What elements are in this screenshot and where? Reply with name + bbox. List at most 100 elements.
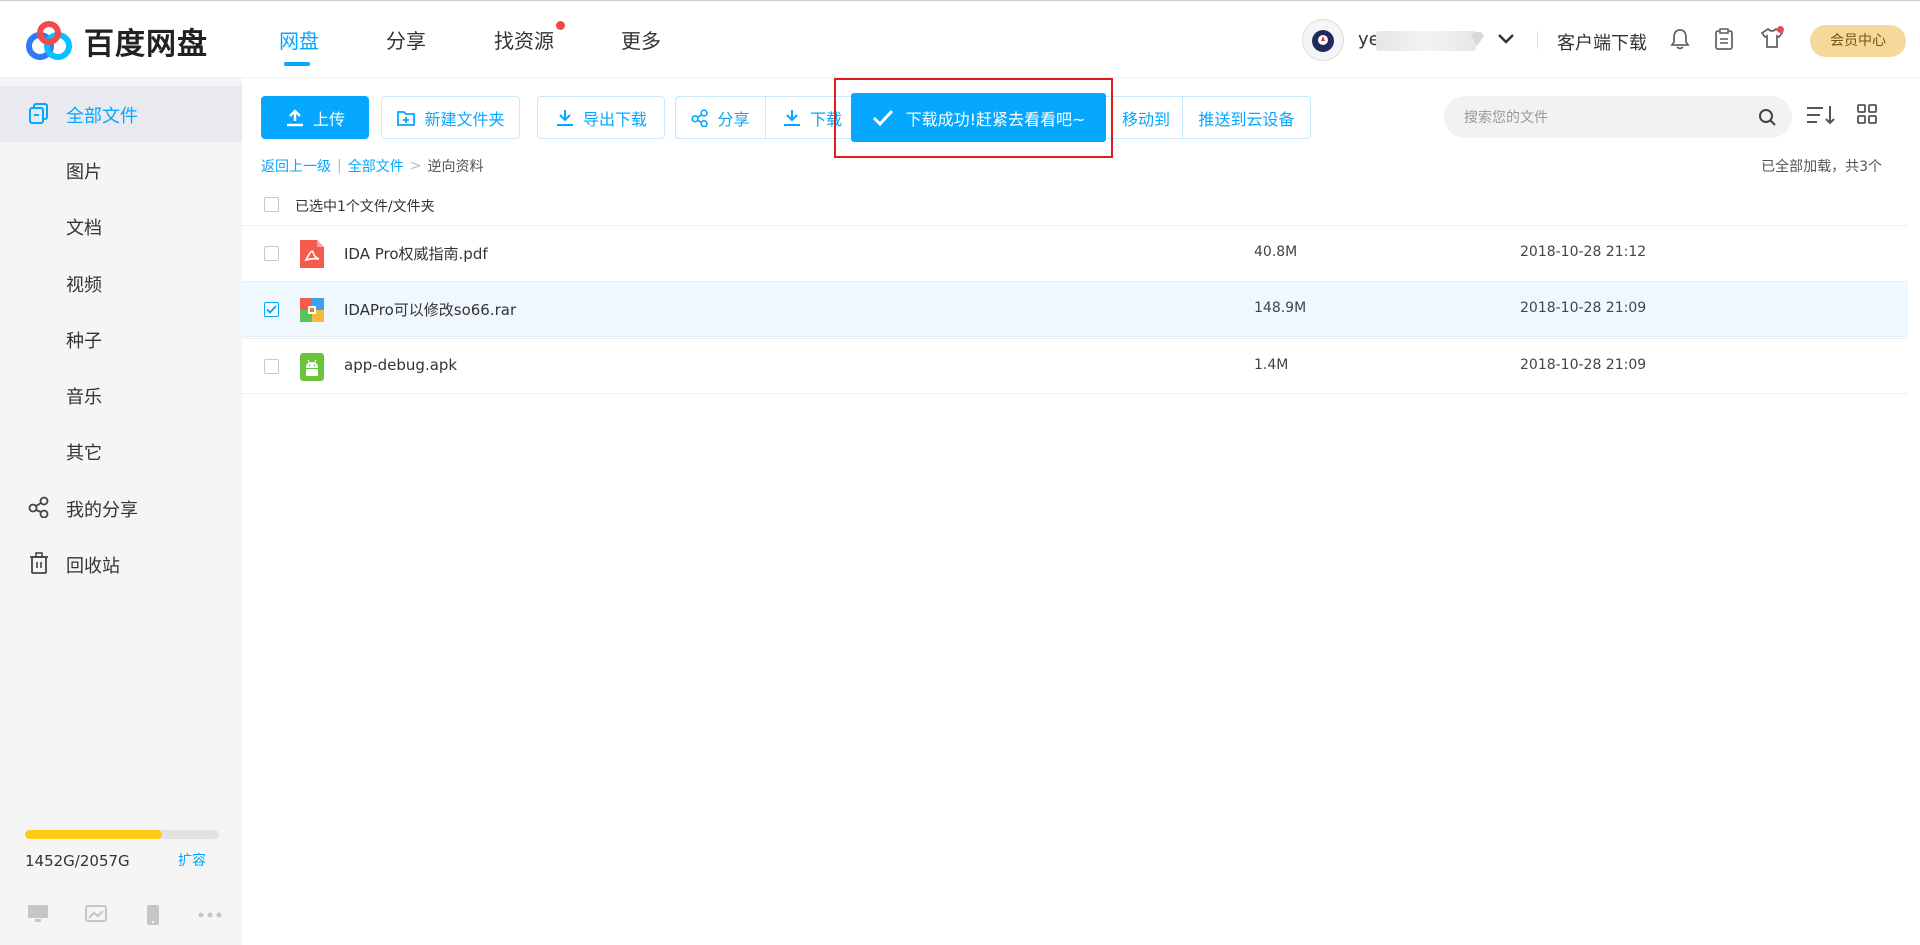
header-divider bbox=[1537, 31, 1538, 49]
sidebar-item-torrents[interactable]: 种子 bbox=[0, 311, 242, 367]
vip-diamond-icon bbox=[1471, 32, 1484, 46]
upload-button[interactable]: 上传 bbox=[261, 96, 369, 139]
new-folder-icon bbox=[397, 110, 416, 126]
desktop-icon[interactable] bbox=[27, 904, 49, 924]
new-folder-button[interactable]: 新建文件夹 bbox=[381, 96, 520, 139]
sidebar-item-label: 图片 bbox=[66, 162, 102, 183]
apk-android-icon bbox=[300, 353, 324, 381]
file-size: 40.8M bbox=[1254, 244, 1298, 260]
download-icon bbox=[556, 109, 573, 126]
sidebar-item-label: 视频 bbox=[66, 275, 102, 296]
sort-icon[interactable] bbox=[1806, 104, 1836, 126]
breadcrumb-divider: | bbox=[337, 158, 342, 174]
sidebar-item-my-shares[interactable]: 我的分享 bbox=[0, 480, 242, 536]
selection-info: 已选中1个文件/文件夹 bbox=[295, 199, 435, 215]
file-checkbox[interactable] bbox=[264, 359, 279, 374]
search-icon[interactable] bbox=[1758, 108, 1777, 127]
nav-share[interactable]: 分享 bbox=[386, 25, 426, 54]
trash-icon bbox=[30, 552, 48, 574]
file-name[interactable]: app-debug.apk bbox=[344, 356, 457, 374]
file-row[interactable]: IDA Pro权威指南.pdf 40.8M 2018-10-28 21:12 bbox=[242, 225, 1908, 281]
sidebar-item-label: 种子 bbox=[66, 331, 102, 352]
new-folder-label: 新建文件夹 bbox=[424, 109, 505, 129]
sidebar-item-others[interactable]: 其它 bbox=[0, 423, 242, 479]
expand-storage-link[interactable]: 扩容 bbox=[178, 850, 206, 870]
select-all-checkbox[interactable] bbox=[264, 197, 279, 212]
nav-find-resources[interactable]: 找资源 bbox=[494, 25, 554, 54]
grid-view-icon[interactable] bbox=[1857, 104, 1877, 124]
rar-archive-icon bbox=[300, 298, 324, 322]
push-to-cloud-device-button[interactable]: 推送到云设备 bbox=[1182, 96, 1311, 139]
file-name[interactable]: IDAPro可以修改so66.rar bbox=[344, 299, 516, 320]
avatar[interactable] bbox=[1302, 19, 1344, 61]
tv-icon[interactable] bbox=[85, 904, 107, 924]
search-box[interactable] bbox=[1444, 96, 1792, 140]
export-download-label: 导出下载 bbox=[582, 109, 647, 129]
nav-badge-dot bbox=[556, 21, 565, 30]
sidebar-item-label: 回收站 bbox=[66, 556, 120, 577]
sidebar-item-videos[interactable]: 视频 bbox=[0, 255, 242, 311]
baidu-cloud-logo-icon bbox=[26, 21, 72, 60]
share-icon bbox=[691, 108, 709, 127]
files-icon bbox=[29, 103, 48, 124]
nav-active-indicator bbox=[284, 62, 310, 66]
breadcrumb-back-link[interactable]: 返回上一级 bbox=[261, 156, 331, 176]
list-load-status: 已全部加载，共3个 bbox=[1761, 159, 1882, 175]
sidebar-item-label: 音乐 bbox=[66, 387, 102, 408]
breadcrumb-separator: > bbox=[409, 158, 422, 174]
file-size: 1.4M bbox=[1254, 357, 1289, 373]
file-row-selected[interactable]: IDAPro可以修改so66.rar 148.9M 2018-10-28 21:… bbox=[242, 281, 1908, 337]
breadcrumb-current: 逆向资料 bbox=[427, 159, 484, 175]
sidebar-item-images[interactable]: 图片 bbox=[0, 142, 242, 198]
share-label: 分享 bbox=[717, 109, 750, 129]
upload-label: 上传 bbox=[312, 109, 345, 129]
share-button[interactable]: 分享 bbox=[675, 96, 766, 139]
logo[interactable]: 百度网盘 bbox=[24, 19, 208, 63]
download-icon bbox=[784, 109, 800, 126]
mobile-icon[interactable] bbox=[145, 904, 161, 926]
file-date: 2018-10-28 21:09 bbox=[1520, 357, 1647, 373]
pdf-file-icon bbox=[300, 240, 324, 268]
file-date: 2018-10-28 21:09 bbox=[1520, 300, 1647, 316]
storage-usage-bar bbox=[25, 830, 219, 839]
skin-badge-dot bbox=[1777, 26, 1784, 33]
file-checkbox[interactable] bbox=[264, 246, 279, 261]
sidebar-item-label: 文档 bbox=[66, 218, 102, 239]
brand-name: 百度网盘 bbox=[84, 27, 208, 62]
red-highlight-annotation bbox=[834, 78, 1113, 158]
upload-icon bbox=[286, 108, 303, 126]
file-size: 148.9M bbox=[1254, 300, 1307, 316]
search-input[interactable] bbox=[1462, 96, 1756, 140]
sidebar-item-label: 我的分享 bbox=[66, 500, 138, 521]
file-checkbox-checked[interactable] bbox=[264, 302, 279, 317]
file-date: 2018-10-28 21:12 bbox=[1520, 244, 1647, 260]
sidebar-item-documents[interactable]: 文档 bbox=[0, 198, 242, 254]
storage-usage-fill bbox=[25, 830, 162, 839]
clipboard-icon[interactable] bbox=[1714, 28, 1734, 50]
sidebar-item-label: 其它 bbox=[66, 443, 102, 464]
storage-usage-text: 1452G/2057G bbox=[25, 852, 130, 870]
file-name[interactable]: IDA Pro权威指南.pdf bbox=[344, 243, 488, 264]
sidebar-item-recycle-bin[interactable]: 回收站 bbox=[0, 536, 242, 592]
sidebar-item-music[interactable]: 音乐 bbox=[0, 367, 242, 423]
bell-icon[interactable] bbox=[1670, 28, 1690, 50]
sidebar-item-all-files[interactable]: 全部文件 bbox=[0, 86, 242, 142]
nav-more[interactable]: 更多 bbox=[621, 25, 661, 54]
top-bar: 百度网盘 网盘 分享 找资源 更多 yea 客户端下载 会员中心 bbox=[0, 0, 1920, 78]
username-blur bbox=[1376, 31, 1476, 51]
file-row[interactable]: app-debug.apk 1.4M 2018-10-28 21:09 bbox=[242, 338, 1908, 394]
nav-netdisk[interactable]: 网盘 bbox=[279, 25, 319, 54]
avatar-image-icon bbox=[1312, 30, 1334, 52]
share-icon bbox=[28, 496, 49, 518]
sidebar: 全部文件 图片 文档 视频 种子 音乐 其它 我的分享 回收站 1452G/20… bbox=[0, 78, 242, 945]
breadcrumb-root-link[interactable]: 全部文件 bbox=[348, 156, 404, 176]
push-to-cloud-device-label: 推送到云设备 bbox=[1198, 109, 1295, 129]
sidebar-item-label: 全部文件 bbox=[66, 106, 138, 127]
vip-center-button[interactable]: 会员中心 bbox=[1810, 25, 1906, 57]
client-download-link[interactable]: 客户端下载 bbox=[1557, 29, 1647, 55]
export-download-button[interactable]: 导出下载 bbox=[537, 96, 665, 139]
checkmark-icon bbox=[266, 305, 277, 314]
move-to-label: 移动到 bbox=[1121, 109, 1170, 129]
chevron-down-icon[interactable] bbox=[1497, 32, 1515, 46]
more-dots-icon[interactable] bbox=[198, 912, 222, 918]
